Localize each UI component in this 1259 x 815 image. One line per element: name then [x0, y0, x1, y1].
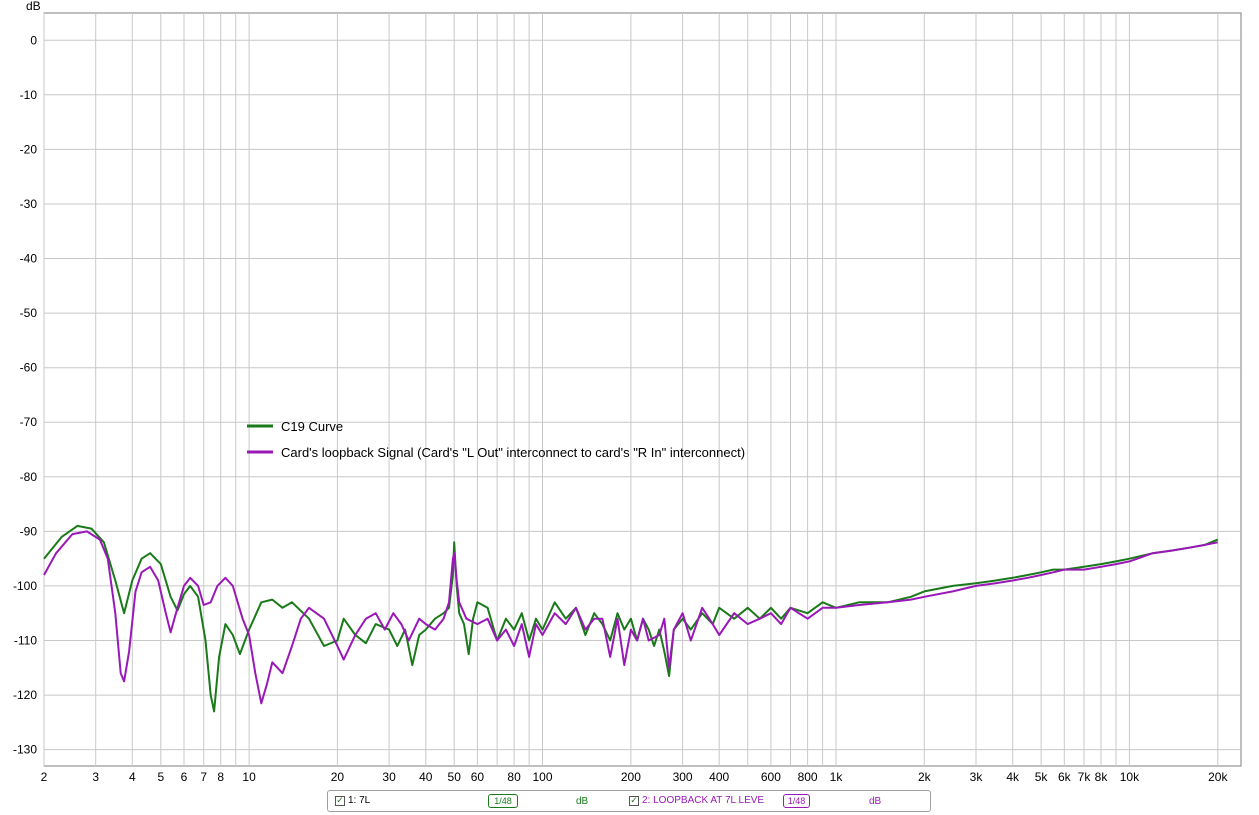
x-tick-label: 60	[471, 770, 485, 784]
trace-1-toggle[interactable]: ✓ 1: 7L	[335, 795, 370, 806]
x-tick-label: 20k	[1208, 770, 1228, 784]
x-tick-label: 3k	[970, 770, 984, 784]
legend-label-1: C19 Curve	[281, 419, 343, 434]
y-tick-label: -20	[20, 142, 38, 156]
plot-area	[43, 12, 1242, 767]
x-tick-label: 300	[673, 770, 693, 784]
y-tick-label: -100	[13, 579, 37, 593]
y-tick-label: -60	[20, 361, 38, 375]
y-axis-label: dB	[26, 0, 41, 13]
x-tick-label: 7k	[1078, 770, 1092, 784]
y-tick-label: -30	[20, 197, 38, 211]
x-tick-label: 800	[798, 770, 818, 784]
x-tick-label: 200	[621, 770, 641, 784]
x-tick-label: 3	[92, 770, 99, 784]
x-tick-label: 6k	[1058, 770, 1072, 784]
x-tick-label: 2	[41, 770, 48, 784]
x-tick-labels: 2 3 4 5 6 7 8 10 20 30 40 50 60 80 100 200 300 400 600 800 1…	[41, 770, 1229, 784]
x-tick-label: 30	[382, 770, 396, 784]
x-tick-label: 4	[129, 770, 136, 784]
x-tick-label: 7	[200, 770, 207, 784]
y-tick-labels: 0 -10 -20 -30 -40 -50 -60 -70 -80 -90 -100 -110 -120…	[13, 33, 37, 756]
legend-label-2: Card's loopback Signal (Card's "L Out" i…	[281, 445, 745, 460]
x-tick-label: 6	[181, 770, 188, 784]
x-tick-label: 10k	[1120, 770, 1140, 784]
trace-2-checkbox[interactable]: ✓	[629, 795, 639, 806]
y-tick-label: -110	[14, 634, 37, 648]
x-tick-label: 40	[419, 770, 433, 784]
x-tick-label: 400	[709, 770, 729, 784]
x-tick-label: 20	[331, 770, 345, 784]
x-tick-label: 8	[217, 770, 224, 784]
x-tick-label: 2k	[918, 770, 932, 784]
x-tick-label: 8k	[1095, 770, 1109, 784]
y-tick-label: -90	[20, 524, 38, 538]
trace-1-label: 1: 7L	[348, 795, 371, 806]
x-tick-label: 10	[242, 770, 256, 784]
frequency-response-chart: dB 0 -10 -20 -30 -40 -50 -60 -70 -80 -90 -100 -110 -…	[13, 0, 1242, 784]
x-tick-label: 4k	[1006, 770, 1020, 784]
x-tick-label: 1k	[830, 770, 844, 784]
y-tick-label: -80	[20, 470, 38, 484]
x-tick-label: 100	[532, 770, 552, 784]
trace-2-unit: dB	[869, 796, 882, 807]
trace-1-smoothing-label: 1/48	[494, 796, 512, 806]
trace-1-checkbox[interactable]: ✓	[335, 795, 345, 806]
y-tick-label: -70	[20, 415, 38, 429]
y-tick-label: -50	[20, 306, 38, 320]
trace-1-unit: dB	[576, 796, 589, 807]
trace-2-smoothing-button[interactable]: 1/48	[783, 794, 810, 808]
trace-2-label: 2: LOOPBACK AT 7L LEVE	[642, 795, 765, 806]
trace-1-smoothing-button[interactable]: 1/48	[488, 794, 518, 808]
y-tick-label: -40	[20, 252, 38, 266]
trace-2-smoothing-label: 1/48	[787, 796, 806, 806]
trace-2-toggle[interactable]: ✓ 2: LOOPBACK AT 7L LEVE	[629, 795, 764, 806]
x-tick-label: 5	[157, 770, 164, 784]
x-tick-label: 600	[761, 770, 781, 784]
x-tick-label: 80	[507, 770, 521, 784]
x-tick-label: 5k	[1035, 770, 1049, 784]
y-tick-label: -120	[13, 688, 37, 702]
y-tick-label: -10	[20, 88, 38, 102]
y-tick-label: 0	[30, 33, 37, 47]
x-tick-label: 50	[448, 770, 462, 784]
y-tick-label: -130	[13, 743, 37, 757]
trace-status-bar: ✓ 1: 7L 1/48 dB ✓ 2: LOOPBACK AT 7L LEVE…	[327, 790, 931, 812]
